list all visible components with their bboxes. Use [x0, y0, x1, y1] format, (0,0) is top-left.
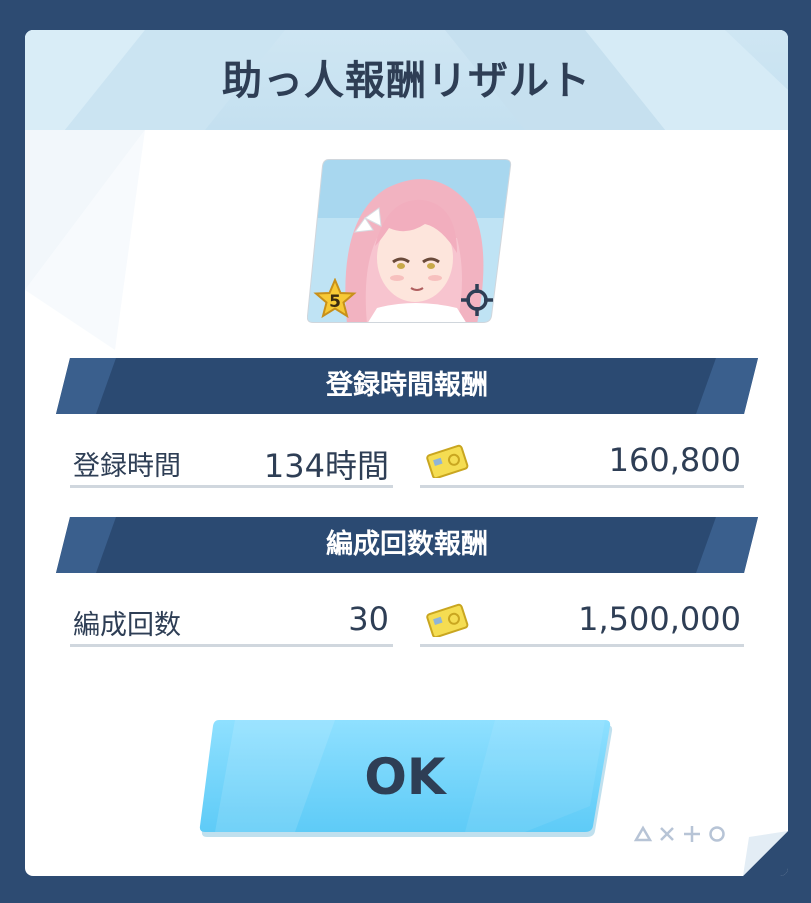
formation-count-value: 30 [348, 600, 389, 638]
section-title: 編成回数報酬 [326, 529, 488, 560]
page-curl-corner [743, 831, 788, 876]
divider [70, 644, 393, 647]
section-header-formation: 編成回数報酬 [56, 517, 758, 573]
reward-result-dialog: 助っ人報酬リザルト 5 登録時間報酬 登録時間 134時間 160,800 編成… [25, 30, 788, 876]
character-portrait[interactable]: 5 [306, 158, 512, 324]
section-title: 登録時間報酬 [326, 370, 488, 401]
divider [420, 644, 744, 647]
registration-time-label: 登録時間 [73, 451, 181, 482]
star-rank-icon: 5 [313, 278, 357, 319]
credit-card-icon [426, 603, 469, 637]
registration-reward-value: 160,800 [608, 441, 741, 479]
dialog-title: 助っ人報酬リザルト [222, 58, 591, 104]
star-level: 5 [329, 292, 341, 312]
section-header-registration: 登録時間報酬 [56, 358, 758, 414]
formation-count-label: 編成回数 [73, 610, 181, 641]
crosshair-icon [461, 284, 493, 316]
divider [70, 485, 393, 488]
divider [420, 485, 744, 488]
decorative-shapes-icon [633, 825, 725, 842]
credit-card-icon [426, 444, 469, 478]
formation-reward-value: 1,500,000 [578, 600, 741, 638]
ok-button[interactable]: OK [195, 716, 615, 838]
registration-time-value: 134時間 [263, 447, 389, 485]
dialog-header: 助っ人報酬リザルト [25, 30, 788, 130]
ok-label: OK [364, 748, 446, 806]
